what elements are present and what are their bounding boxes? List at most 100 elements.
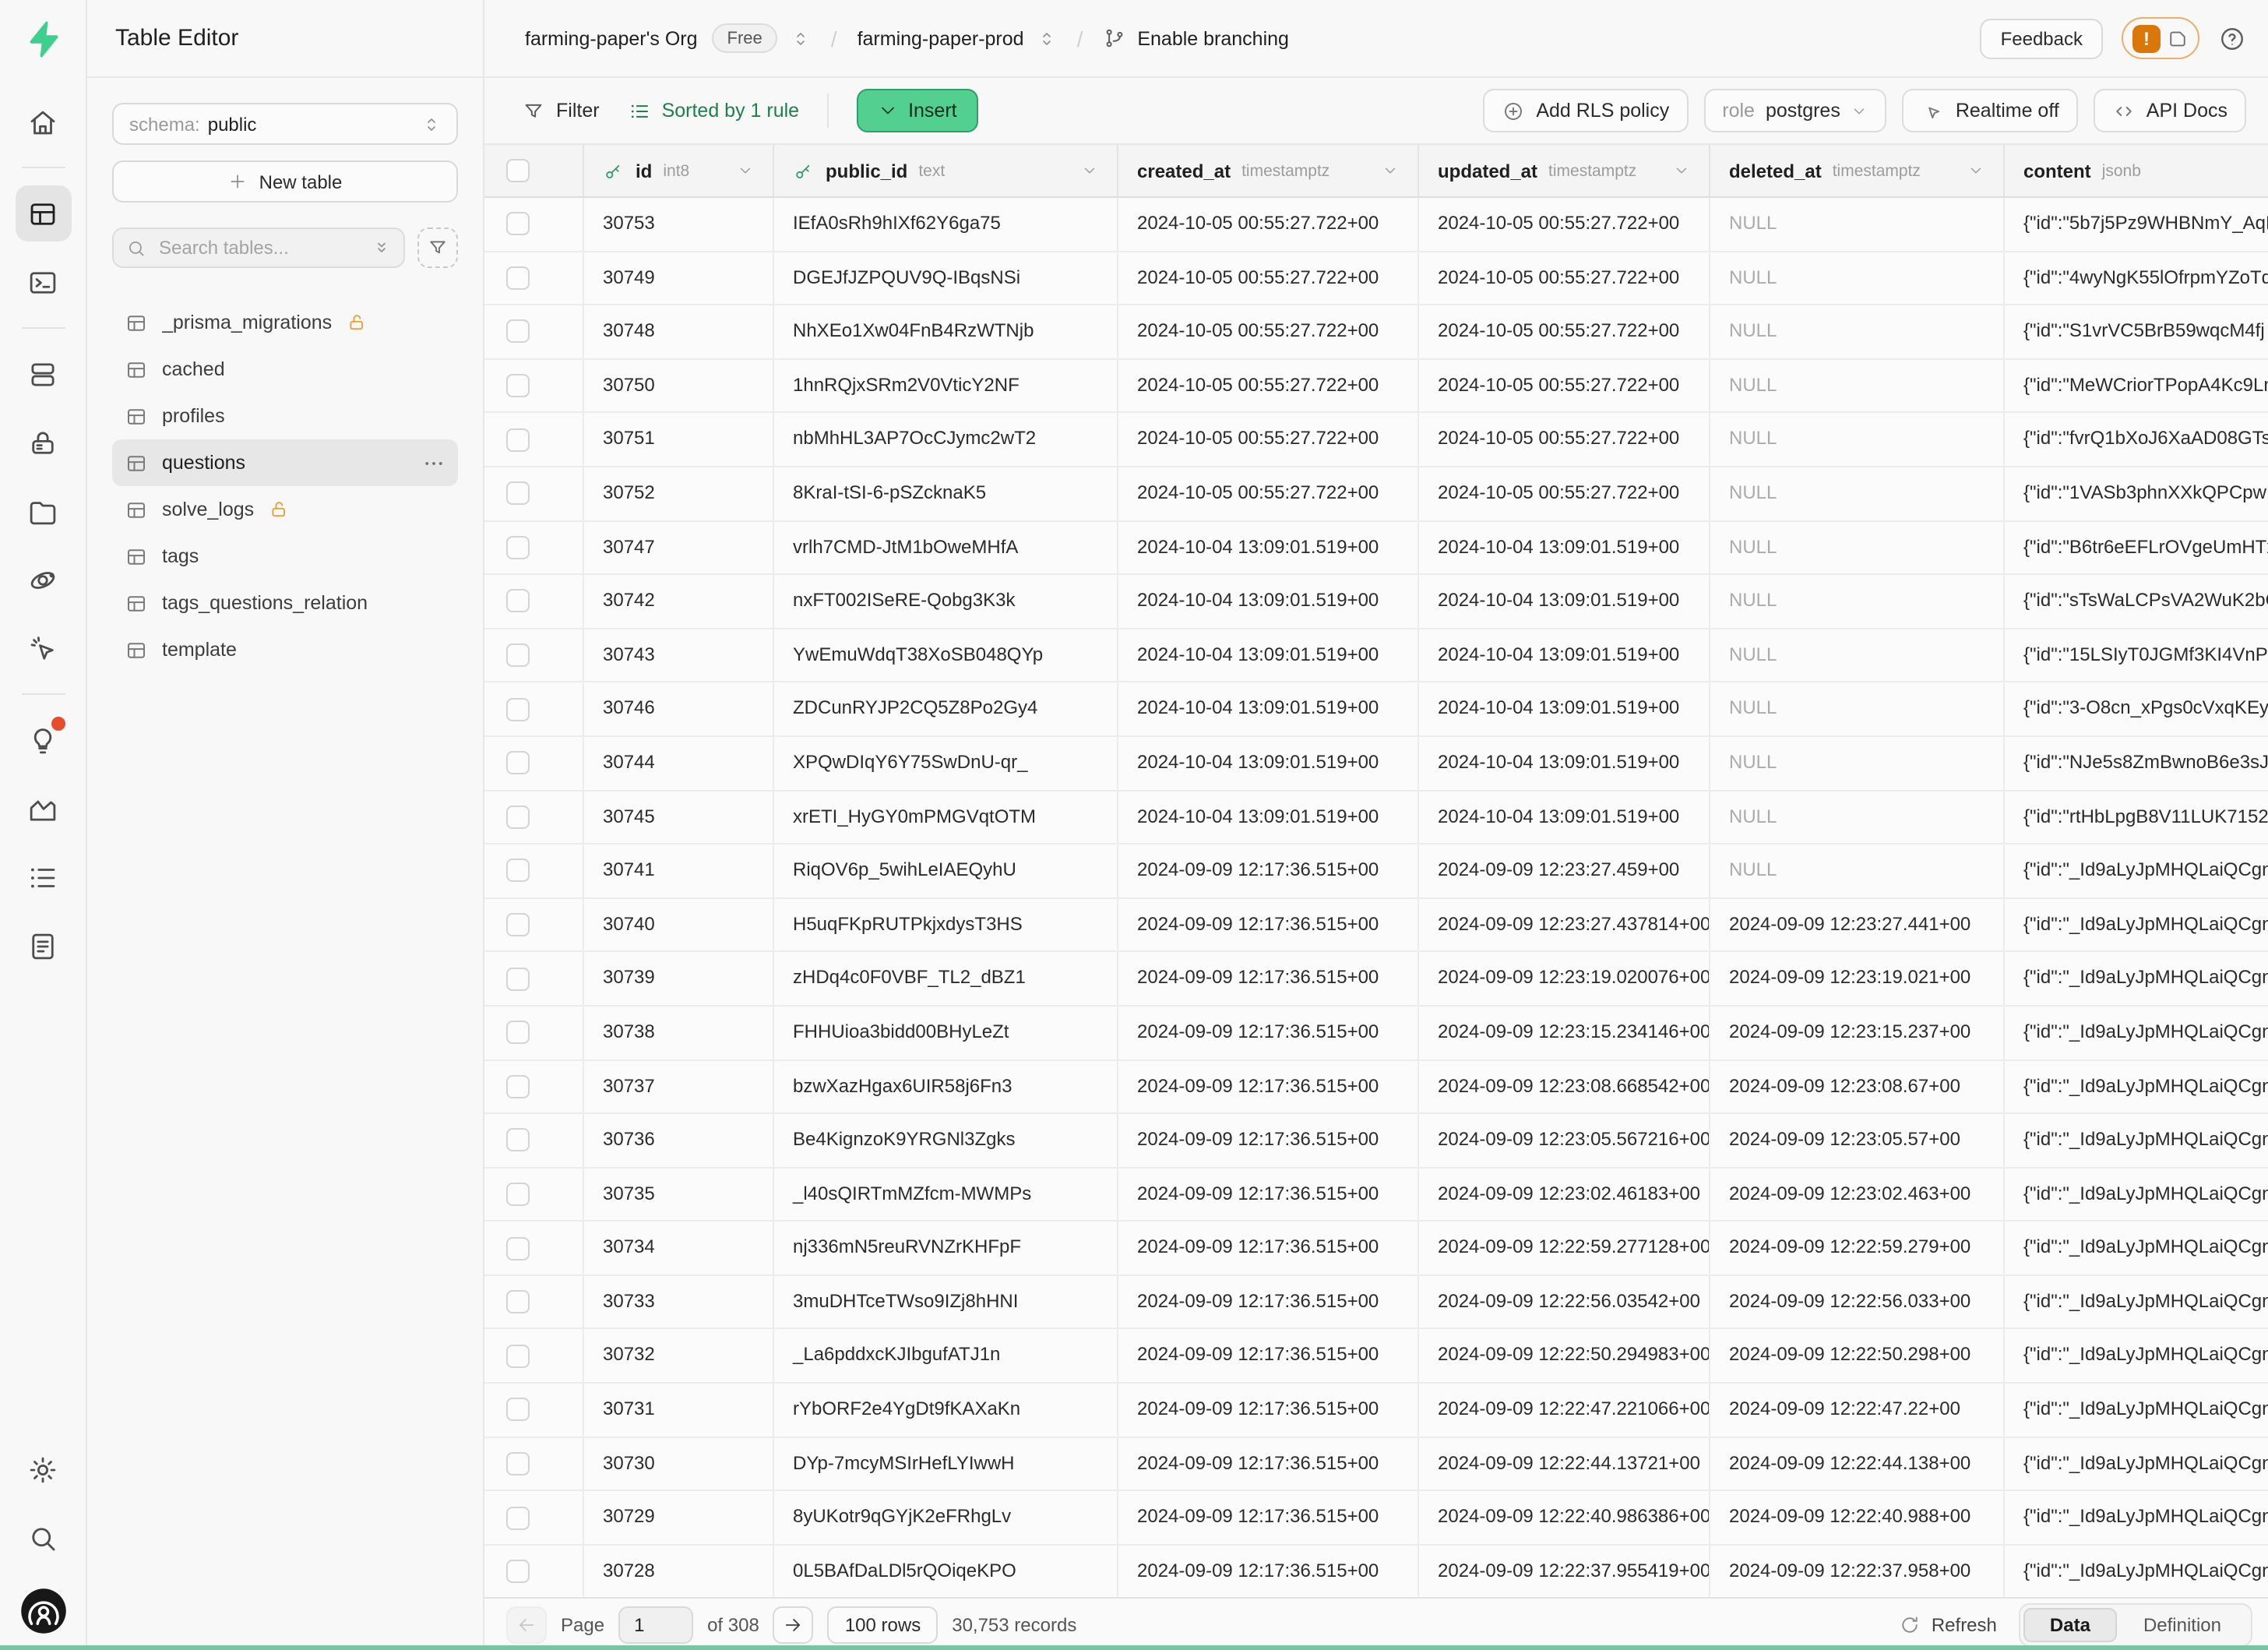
cell-created-at[interactable]: 2024-09-09 12:17:36.515+00: [1118, 1437, 1419, 1490]
cell-updated-at[interactable]: 2024-09-09 12:22:47.221066+00: [1419, 1384, 1710, 1436]
cell-content[interactable]: {"id":"5b7j5Pz9WHBNmY_AqKd: [2005, 198, 2268, 250]
chevron-down-icon[interactable]: [1967, 162, 1984, 179]
cell-created-at[interactable]: 2024-10-05 00:55:27.722+00: [1118, 414, 1419, 466]
sidebar-table-tags_questions_relation[interactable]: tags_questions_relation: [112, 580, 458, 626]
cell-content[interactable]: {"id":"B6tr6eEFLrOVgeUmHTx: [2005, 521, 2268, 573]
cell-public-id[interactable]: nxFT002ISeRE-Qobg3K3k: [774, 575, 1118, 627]
cell-content[interactable]: {"id":"_Id9aLyJpMHQLaiQCgn: [2005, 1546, 2268, 1598]
cell-public-id[interactable]: H5uqFKpRUTPkjxdysT3HS: [774, 898, 1118, 950]
cell-content[interactable]: {"id":"sTsWaLCPsVA2WuK2bQz: [2005, 575, 2268, 627]
refresh-button[interactable]: Refresh: [1899, 1613, 1997, 1635]
cell-id[interactable]: 30744: [584, 737, 774, 789]
cell-deleted-at[interactable]: NULL: [1710, 360, 2005, 412]
cell-id[interactable]: 30747: [584, 521, 774, 573]
cell-public-id[interactable]: XPQwDIqY6Y75SwDnU-qr_: [774, 737, 1118, 789]
cell-deleted-at[interactable]: NULL: [1710, 521, 2005, 573]
sidebar-table-template[interactable]: template: [112, 626, 458, 673]
row-checkbox[interactable]: [506, 751, 530, 774]
cell-public-id[interactable]: IEfA0sRh9hIXf62Y6ga75: [774, 198, 1118, 250]
row-checkbox[interactable]: [506, 967, 530, 990]
cell-created-at[interactable]: 2024-09-09 12:17:36.515+00: [1118, 1384, 1419, 1436]
realtime-toggle-button[interactable]: Realtime off: [1903, 89, 2078, 132]
cell-content[interactable]: {"id":"_Id9aLyJpMHQLaiQCgn: [2005, 1492, 2268, 1544]
nav-api-docs[interactable]: [15, 918, 71, 974]
row-checkbox[interactable]: [506, 1236, 530, 1260]
cell-id[interactable]: 30730: [584, 1437, 774, 1490]
cell-id[interactable]: 30728: [584, 1546, 774, 1598]
cell-public-id[interactable]: YwEmuWdqT38XoSB048QYp: [774, 629, 1118, 682]
cell-content[interactable]: {"id":"_Id9aLyJpMHQLaiQCgn: [2005, 1330, 2268, 1382]
nav-sql-editor[interactable]: [15, 254, 71, 310]
row-checkbox[interactable]: [506, 643, 530, 667]
nav-settings[interactable]: [15, 1441, 71, 1497]
nav-logs[interactable]: [15, 849, 71, 905]
cell-created-at[interactable]: 2024-09-09 12:17:36.515+00: [1118, 1007, 1419, 1059]
cell-id[interactable]: 30737: [584, 1060, 774, 1112]
cell-updated-at[interactable]: 2024-09-09 12:23:08.668542+00: [1419, 1060, 1710, 1112]
chevron-down-icon[interactable]: [1081, 162, 1098, 179]
cell-created-at[interactable]: 2024-09-09 12:17:36.515+00: [1118, 953, 1419, 1005]
chevron-down-icon[interactable]: [737, 162, 754, 179]
cell-public-id[interactable]: vrlh7CMD-JtM1bOweMHfA: [774, 521, 1118, 573]
help-circle-icon[interactable]: [2218, 24, 2246, 52]
cell-updated-at[interactable]: 2024-10-04 13:09:01.519+00: [1419, 683, 1710, 735]
sidebar-table-solve_logs[interactable]: solve_logs: [112, 486, 458, 533]
cell-created-at[interactable]: 2024-10-05 00:55:27.722+00: [1118, 252, 1419, 304]
chevrons-down-icon[interactable]: [372, 237, 391, 259]
cell-id[interactable]: 30745: [584, 791, 774, 843]
notifications-button[interactable]: !: [2122, 17, 2199, 59]
cell-updated-at[interactable]: 2024-10-05 00:55:27.722+00: [1419, 414, 1710, 466]
search-tables-input[interactable]: [156, 235, 363, 260]
cell-created-at[interactable]: 2024-10-05 00:55:27.722+00: [1118, 305, 1419, 358]
row-checkbox[interactable]: [506, 1290, 530, 1313]
column-header-public_id[interactable]: public_idtext: [774, 145, 1118, 196]
cell-content[interactable]: {"id":"_Id9aLyJpMHQLaiQCgn: [2005, 1060, 2268, 1112]
row-checkbox[interactable]: [506, 1183, 530, 1206]
chevron-down-icon[interactable]: [1382, 162, 1399, 179]
nav-search[interactable]: [15, 1510, 71, 1566]
cell-id[interactable]: 30748: [584, 305, 774, 358]
cell-deleted-at[interactable]: 2024-09-09 12:23:27.441+00: [1710, 898, 2005, 950]
cell-public-id[interactable]: rYbORF2e4YgDt9fKAXaKn: [774, 1384, 1118, 1436]
cell-id[interactable]: 30740: [584, 898, 774, 950]
cell-content[interactable]: {"id":"_Id9aLyJpMHQLaiQCgn: [2005, 1168, 2268, 1220]
row-checkbox[interactable]: [506, 1560, 530, 1583]
api-docs-button[interactable]: API Docs: [2094, 89, 2246, 132]
cell-id[interactable]: 30729: [584, 1492, 774, 1544]
cell-updated-at[interactable]: 2024-10-04 13:09:01.519+00: [1419, 629, 1710, 682]
cell-content[interactable]: {"id":"_Id9aLyJpMHQLaiQCgn: [2005, 1222, 2268, 1275]
cell-deleted-at[interactable]: 2024-09-09 12:23:19.021+00: [1710, 953, 2005, 1005]
cell-deleted-at[interactable]: 2024-09-09 12:22:50.298+00: [1710, 1330, 2005, 1382]
enable-branching-button[interactable]: Enable branching: [1103, 26, 1289, 50]
cell-public-id[interactable]: nbMhHL3AP7OcCJymc2wT2: [774, 414, 1118, 466]
cell-deleted-at[interactable]: NULL: [1710, 467, 2005, 520]
row-checkbox[interactable]: [506, 590, 530, 613]
cell-public-id[interactable]: xrETI_HyGY0mPMGVqtOTM: [774, 791, 1118, 843]
cell-id[interactable]: 30735: [584, 1168, 774, 1220]
tab-data[interactable]: Data: [2023, 1607, 2117, 1641]
cell-content[interactable]: {"id":"S1vrVC5BrB59wqcM4fj: [2005, 305, 2268, 358]
column-header-created_at[interactable]: created_attimestamptz: [1118, 145, 1419, 196]
cell-updated-at[interactable]: 2024-10-04 13:09:01.519+00: [1419, 791, 1710, 843]
sort-button[interactable]: Sorted by 1 rule: [628, 99, 800, 122]
ellipsis-icon[interactable]: [422, 451, 446, 474]
cell-public-id[interactable]: _l40sQIRTmMZfcm-MWMPs: [774, 1168, 1118, 1220]
cell-content[interactable]: {"id":"rtHbLpgB8V11LUK7152f: [2005, 791, 2268, 843]
cell-created-at[interactable]: 2024-10-04 13:09:01.519+00: [1118, 683, 1419, 735]
cell-public-id[interactable]: _La6pddxcKJIbgufATJ1n: [774, 1330, 1118, 1382]
cell-deleted-at[interactable]: 2024-09-09 12:23:05.57+00: [1710, 1114, 2005, 1166]
cell-content[interactable]: {"id":"1VASb3phnXXkQPCpwBv: [2005, 467, 2268, 520]
cell-deleted-at[interactable]: 2024-09-09 12:22:56.033+00: [1710, 1276, 2005, 1328]
row-checkbox[interactable]: [506, 1452, 530, 1475]
cell-deleted-at[interactable]: NULL: [1710, 198, 2005, 250]
cell-deleted-at[interactable]: 2024-09-09 12:22:40.988+00: [1710, 1492, 2005, 1544]
row-checkbox[interactable]: [506, 213, 530, 236]
insert-button[interactable]: Insert: [857, 89, 979, 132]
cell-content[interactable]: {"id":"4wyNgK55lOfrpmYZoTd: [2005, 252, 2268, 304]
sidebar-table-_prisma_migrations[interactable]: _prisma_migrations: [112, 299, 458, 346]
nav-advisors[interactable]: [15, 712, 71, 768]
cell-public-id[interactable]: 0L5BAfDaLDl5rQOiqeKPO: [774, 1546, 1118, 1598]
cell-id[interactable]: 30753: [584, 198, 774, 250]
cell-created-at[interactable]: 2024-09-09 12:17:36.515+00: [1118, 898, 1419, 950]
cell-id[interactable]: 30731: [584, 1384, 774, 1436]
